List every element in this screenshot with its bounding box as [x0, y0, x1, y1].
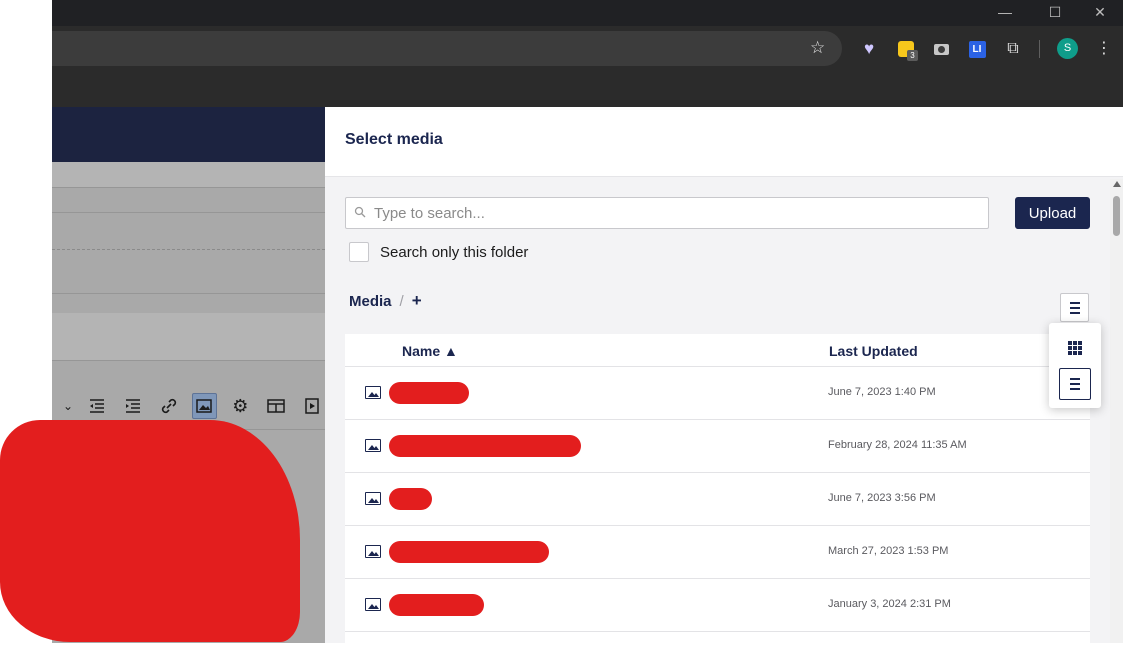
media-name-redacted[interactable]	[389, 541, 549, 563]
bg-divider	[52, 293, 325, 294]
last-updated-date: March 27, 2023 1:53 PM	[828, 545, 949, 557]
dialog-header: Select media	[325, 107, 1123, 177]
star-icon[interactable]: ☆	[810, 39, 828, 57]
search-box[interactable]	[345, 197, 989, 229]
table-header: Name ▲ Last Updated	[345, 334, 1090, 367]
editor-toolbar: ⌄ ⚙	[52, 390, 325, 422]
grid-icon	[1068, 341, 1082, 355]
last-updated-date: January 3, 2024 2:31 PM	[828, 598, 951, 610]
dialog-scrollbar[interactable]	[1110, 179, 1123, 643]
scroll-thumb[interactable]	[1113, 196, 1120, 236]
bg-band	[52, 313, 325, 360]
view-options-popover	[1049, 323, 1101, 408]
image-icon	[365, 439, 381, 452]
browser-chrome: — ☐ ✕ ☆ ♥ 3 LI ⧉ S ⋮	[52, 0, 1123, 107]
table-row[interactable]: June 7, 2023 1:40 PM	[345, 367, 1090, 420]
table-row[interactable]: February 28, 2024 11:35 AM	[345, 420, 1090, 473]
image-icon[interactable]	[191, 393, 218, 419]
breadcrumb: Media / +	[349, 291, 422, 311]
link-icon[interactable]	[156, 393, 182, 419]
indent-icon[interactable]	[120, 393, 146, 419]
notes-extension-icon[interactable]: 3	[895, 38, 918, 61]
bg-dashed-divider	[52, 249, 325, 250]
table-row[interactable]: March 27, 2023 1:53 PM	[345, 526, 1090, 579]
media-table: Name ▲ Last Updated June 7, 2023 1:40 PM…	[345, 334, 1090, 654]
table-icon[interactable]	[263, 393, 289, 419]
maximize-button[interactable]: ☐	[1032, 0, 1078, 24]
extension-badge: 3	[907, 50, 918, 61]
search-input[interactable]	[372, 203, 972, 223]
media-name-redacted[interactable]	[389, 488, 432, 510]
li-extension-icon[interactable]: LI	[966, 38, 988, 60]
column-header-last-updated[interactable]: Last Updated	[829, 343, 918, 359]
last-updated-date: February 28, 2024 11:35 AM	[828, 439, 967, 451]
media-name-redacted[interactable]	[389, 594, 484, 616]
table-row[interactable]: January 3, 2024 2:31 PM	[345, 579, 1090, 632]
outdent-icon[interactable]	[84, 393, 110, 419]
upload-button[interactable]: Upload	[1015, 197, 1090, 229]
grid-view-button[interactable]	[1060, 333, 1090, 363]
chevron-down-icon[interactable]: ⌄	[62, 393, 74, 419]
gear-icon[interactable]: ⚙	[227, 393, 253, 419]
table-row[interactable]: June 7, 2023 3:56 PM	[345, 473, 1090, 526]
list-view-button[interactable]	[1059, 368, 1091, 400]
image-icon	[365, 598, 381, 611]
select-media-dialog: Select media Upload Search only this fol…	[325, 107, 1123, 654]
redaction-mark	[0, 420, 300, 642]
profile-avatar[interactable]: S	[1057, 38, 1078, 59]
column-header-name[interactable]: Name ▲	[402, 343, 458, 359]
image-icon	[365, 545, 381, 558]
minimize-button[interactable]: —	[982, 0, 1028, 24]
search-icon	[354, 206, 368, 220]
browser-menu-icon[interactable]: ⋮	[1096, 38, 1112, 60]
dialog-title: Select media	[345, 131, 443, 148]
create-folder-button[interactable]: +	[412, 291, 422, 311]
media-name-redacted[interactable]	[389, 382, 469, 404]
media-icon[interactable]	[299, 393, 325, 419]
bg-band	[52, 162, 325, 187]
bg-divider	[52, 187, 325, 188]
heart-extension-icon[interactable]: ♥	[858, 38, 880, 60]
bg-divider	[52, 360, 325, 361]
search-folder-option: Search only this folder	[349, 241, 528, 263]
list-view-icon	[1069, 301, 1080, 314]
scroll-up-arrow[interactable]	[1113, 181, 1121, 187]
image-icon	[365, 492, 381, 505]
breadcrumb-media[interactable]: Media	[349, 293, 392, 310]
li-extension-label: LI	[968, 40, 986, 58]
title-bar: — ☐ ✕	[52, 0, 1123, 26]
view-toggle-button[interactable]	[1060, 293, 1089, 322]
toolbar-divider	[1039, 40, 1040, 58]
image-icon	[365, 386, 381, 399]
breadcrumb-separator: /	[399, 292, 404, 310]
media-name-redacted[interactable]	[389, 435, 581, 457]
address-bar[interactable]: ☆	[52, 31, 842, 66]
search-folder-checkbox[interactable]	[349, 242, 369, 262]
cms-header	[52, 107, 325, 162]
list-view-icon	[1070, 378, 1080, 390]
last-updated-date: June 7, 2023 3:56 PM	[828, 492, 936, 504]
puzzle-icon[interactable]: ⧉	[1002, 38, 1024, 60]
bg-divider	[52, 212, 325, 213]
last-updated-date: June 7, 2023 1:40 PM	[828, 386, 936, 398]
close-window-button[interactable]: ✕	[1077, 0, 1123, 24]
camera-extension-icon[interactable]	[930, 38, 952, 60]
search-folder-label: Search only this folder	[380, 243, 529, 261]
